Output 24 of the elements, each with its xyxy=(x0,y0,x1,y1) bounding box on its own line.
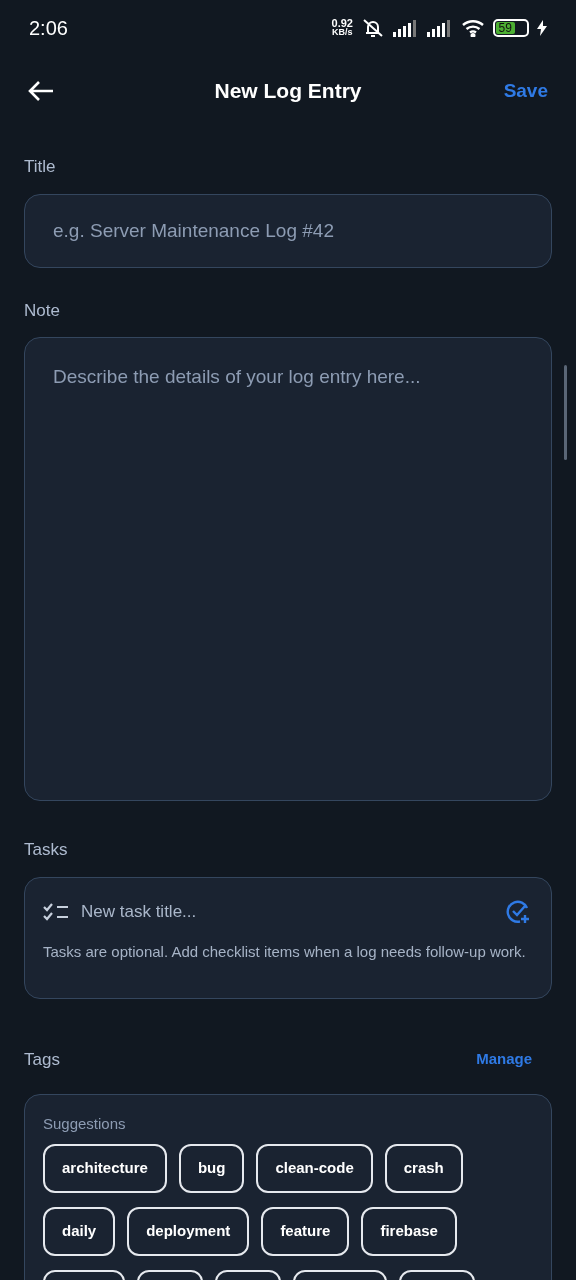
tag-chip[interactable]: architecture xyxy=(43,1143,167,1193)
tag-chip[interactable]: clean-code xyxy=(256,1143,373,1193)
suggestions-label: Suggestions xyxy=(43,1114,127,1134)
network-speed-unit: KB/s xyxy=(332,28,353,37)
tasks-hint: Tasks are optional. Add checklist items when a log needs follow-up work. xyxy=(43,941,527,961)
tag-chip[interactable]: firebase xyxy=(361,1206,457,1256)
save-button[interactable]: Save xyxy=(503,76,548,106)
page-title: New Log Entry xyxy=(214,78,362,105)
note-input[interactable]: Describe the details of your log entry here... xyxy=(24,337,552,801)
tag-chip[interactable]: daily xyxy=(43,1206,116,1256)
battery-indicator: 59 xyxy=(493,19,529,37)
tag-chip[interactable]: feature xyxy=(261,1206,350,1256)
field-label: Tags xyxy=(24,1048,60,1071)
task-input[interactable]: New task title... xyxy=(81,898,493,925)
status-time: 2:06 xyxy=(29,16,68,41)
tag-chip[interactable]: deployment xyxy=(127,1206,250,1256)
field-label: Title xyxy=(24,156,57,178)
field-label: Note xyxy=(24,299,61,322)
title-input[interactable]: e.g. Server Maintenance Log #42 xyxy=(24,193,552,268)
field-label: Tasks xyxy=(24,839,69,861)
network-speed: 0.92 xyxy=(331,19,353,28)
tag-chip[interactable]: crash xyxy=(384,1143,463,1193)
manage-tags-link[interactable]: Manage xyxy=(476,1048,532,1071)
tag-chip[interactable]: bug xyxy=(178,1143,245,1193)
